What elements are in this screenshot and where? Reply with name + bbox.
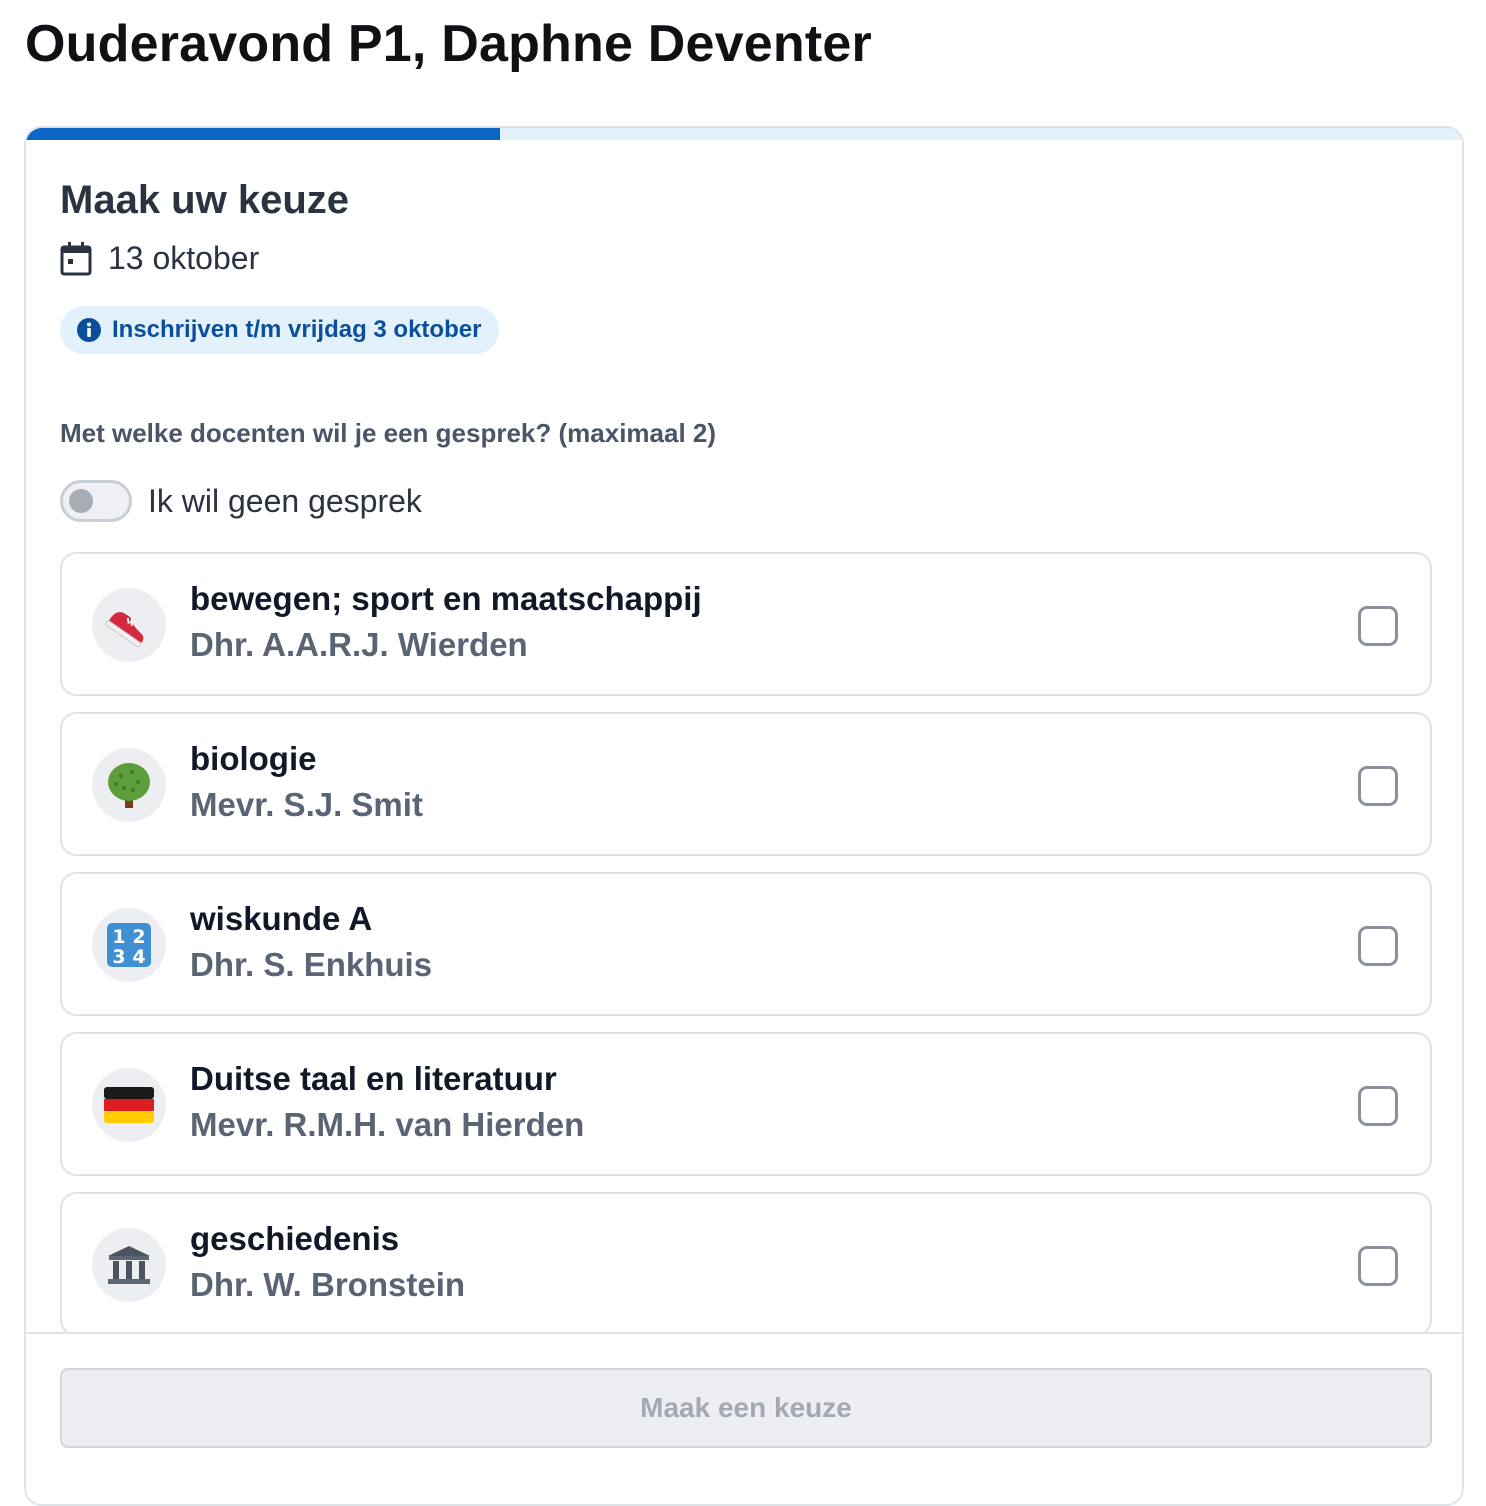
subject-avatar xyxy=(92,588,166,662)
numbers-icon: 1 2 3 4 xyxy=(107,923,151,968)
teacher-name: Dhr. S. Enkhuis xyxy=(190,946,433,983)
teacher-list: bewegen; sport en maatschappij Dhr. A.A.… xyxy=(60,552,1432,1352)
card-footer: Maak een keuze xyxy=(26,1332,1462,1504)
subject-name: geschiedenis xyxy=(190,1220,400,1257)
no-conversation-toggle-row[interactable]: Ik wil geen gesprek xyxy=(60,480,422,522)
teacher-name: Mevr. R.M.H. van Hierden xyxy=(190,1106,585,1143)
svg-text:3: 3 xyxy=(112,946,125,968)
deadline-text: Inschrijven t/m vrijdag 3 oktober xyxy=(112,316,482,343)
progress-bar xyxy=(26,128,1462,140)
teacher-checkbox[interactable] xyxy=(1358,1246,1398,1286)
teacher-name: Dhr. A.A.R.J. Wierden xyxy=(190,626,528,663)
calendar-icon xyxy=(60,241,92,275)
deadline-badge: Inschrijven t/m vrijdag 3 oktober xyxy=(60,306,500,354)
svg-text:1: 1 xyxy=(112,926,125,948)
event-date: 13 oktober xyxy=(108,240,260,276)
page-title: Ouderavond P1, Daphne Deventer xyxy=(25,15,872,73)
subject-name: wiskunde A xyxy=(190,900,373,937)
teacher-name: Mevr. S.J. Smit xyxy=(190,786,423,823)
subject-avatar xyxy=(92,748,166,822)
german-flag-icon xyxy=(104,1087,154,1123)
toggle-knob xyxy=(69,489,93,513)
no-conversation-label[interactable]: Ik wil geen gesprek xyxy=(148,483,422,520)
teacher-checkbox[interactable] xyxy=(1358,606,1398,646)
choice-card: Maak uw keuze 13 oktober Inschrijven t/m… xyxy=(24,126,1464,1506)
info-icon xyxy=(77,318,101,342)
submit-button[interactable]: Maak een keuze xyxy=(60,1368,1432,1448)
teacher-question: Met welke docenten wil je een gesprek? (… xyxy=(60,418,717,448)
teacher-option[interactable]: bewegen; sport en maatschappij Dhr. A.A.… xyxy=(60,552,1432,696)
teacher-name: Dhr. W. Bronstein xyxy=(190,1266,466,1303)
no-conversation-toggle[interactable] xyxy=(60,480,132,522)
teacher-checkbox[interactable] xyxy=(1358,1086,1398,1126)
subject-avatar: 1 2 3 4 xyxy=(92,908,166,982)
subject-avatar xyxy=(92,1068,166,1142)
section-title: Maak uw keuze xyxy=(60,178,350,222)
teacher-option[interactable]: 1 2 3 4 wiskunde A Dhr. S. Enkhuis xyxy=(60,872,1432,1016)
classical-building-icon xyxy=(108,1246,150,1284)
teacher-checkbox[interactable] xyxy=(1358,766,1398,806)
sneaker-icon xyxy=(105,612,144,648)
progress-bar-fill xyxy=(26,128,500,140)
subject-name: Duitse taal en literatuur xyxy=(190,1060,557,1097)
svg-text:4: 4 xyxy=(132,946,145,968)
teacher-checkbox[interactable] xyxy=(1358,926,1398,966)
tree-icon xyxy=(108,763,150,808)
teacher-option[interactable]: biologie Mevr. S.J. Smit xyxy=(60,712,1432,856)
svg-text:2: 2 xyxy=(132,926,145,948)
subject-avatar xyxy=(92,1228,166,1302)
subject-name: bewegen; sport en maatschappij xyxy=(190,580,702,617)
date-row: 13 oktober xyxy=(60,240,259,277)
subject-name: biologie xyxy=(190,740,317,777)
teacher-option[interactable]: geschiedenis Dhr. W. Bronstein xyxy=(60,1192,1432,1336)
teacher-option[interactable]: Duitse taal en literatuur Mevr. R.M.H. v… xyxy=(60,1032,1432,1176)
